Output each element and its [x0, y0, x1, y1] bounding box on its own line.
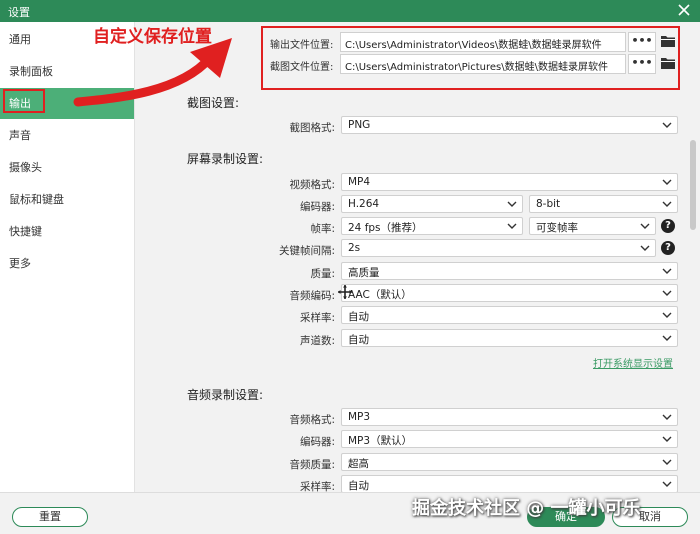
screen-section-title: 屏幕录制设置:: [187, 152, 264, 166]
audio-codec-label: 音频编码:: [289, 290, 335, 302]
framerate-mode-select[interactable]: 可变帧率: [529, 217, 656, 235]
open-display-settings-link[interactable]: 打开系统显示设置: [593, 355, 673, 370]
chevron-down-icon: [662, 179, 672, 185]
output-folder-icon[interactable]: [660, 34, 676, 48]
sidebar-item-more[interactable]: 更多: [0, 248, 134, 279]
chevron-down-icon: [662, 312, 672, 318]
screenshot-path-field[interactable]: C:\Users\Administrator\Pictures\数据蛙\数据蛙录…: [340, 54, 626, 74]
chevron-down-icon: [662, 122, 672, 128]
chevron-down-icon: [507, 201, 517, 207]
audio-quality-label: 音频质量:: [289, 459, 335, 471]
chevron-down-icon: [640, 223, 650, 229]
audio-format-label: 音频格式:: [289, 414, 335, 426]
sidebar-item-mouse-keyboard[interactable]: 鼠标和键盘: [0, 184, 134, 215]
chevron-down-icon: [662, 335, 672, 341]
audio-codec-select[interactable]: AAC（默认）: [341, 284, 678, 302]
framerate-label: 帧率:: [310, 223, 335, 235]
close-icon[interactable]: [676, 2, 692, 18]
output-path-browse-button[interactable]: •••: [628, 32, 656, 52]
output-highlight-box: [3, 89, 45, 113]
chevron-down-icon: [662, 414, 672, 420]
chevron-down-icon: [507, 223, 517, 229]
quality-select[interactable]: 高质量: [341, 262, 678, 280]
chevron-down-icon: [662, 459, 672, 465]
screenshot-path-browse-button[interactable]: •••: [628, 54, 656, 74]
chevron-down-icon: [662, 481, 672, 487]
channels-label: 声道数:: [299, 335, 335, 347]
video-format-select[interactable]: MP4: [341, 173, 678, 191]
screenshot-folder-icon[interactable]: [660, 56, 676, 70]
screenshot-path-row: 截图文件位置: C:\Users\Administrator\Pictures\…: [267, 54, 677, 74]
annotation-arrow-icon: [73, 38, 232, 107]
screenshot-format-select[interactable]: PNG: [341, 116, 678, 134]
output-path-field[interactable]: C:\Users\Administrator\Videos\数据蛙\数据蛙录屏软…: [340, 32, 626, 52]
audio-encoder-label: 编码器:: [299, 436, 335, 448]
save-location-highlight: 输出文件位置: C:\Users\Administrator\Videos\数据…: [261, 26, 680, 90]
reset-button[interactable]: 重置: [12, 507, 88, 527]
watermark: 掘金技术社区 @ 一罐小可乐: [412, 498, 641, 519]
window-title: 设置: [8, 6, 30, 19]
audio-encoder-select[interactable]: MP3（默认）: [341, 430, 678, 448]
sidebar-item-camera[interactable]: 摄像头: [0, 152, 134, 183]
quality-label: 质量:: [310, 268, 335, 280]
samplerate-select[interactable]: 自动: [341, 306, 678, 324]
channels-select[interactable]: 自动: [341, 329, 678, 347]
chevron-down-icon: [662, 290, 672, 296]
chevron-down-icon: [662, 268, 672, 274]
audio-format-select[interactable]: MP3: [341, 408, 678, 426]
sidebar-item-hotkeys[interactable]: 快捷键: [0, 216, 134, 247]
move-cursor-icon: [338, 285, 352, 299]
samplerate-label: 采样率:: [299, 312, 335, 324]
keyframe-label: 关键帧间隔:: [278, 245, 335, 257]
keyframe-help-icon[interactable]: ?: [661, 241, 675, 255]
chevron-down-icon: [640, 245, 650, 251]
screenshot-path-label: 截图文件位置:: [270, 62, 334, 73]
bitdepth-select[interactable]: 8-bit: [529, 195, 678, 213]
encoder-select[interactable]: H.264: [341, 195, 523, 213]
title-bar: 设置: [0, 0, 700, 22]
audio-quality-select[interactable]: 超高: [341, 453, 678, 471]
scrollbar-thumb[interactable]: [690, 140, 696, 230]
audio-samplerate-select[interactable]: 自动: [341, 475, 678, 493]
output-path-row: 输出文件位置: C:\Users\Administrator\Videos\数据…: [267, 32, 677, 52]
chevron-down-icon: [662, 201, 672, 207]
framerate-select[interactable]: 24 fps（推荐）: [341, 217, 523, 235]
framerate-help-icon[interactable]: ?: [661, 219, 675, 233]
chevron-down-icon: [662, 436, 672, 442]
audio-section-title: 音频录制设置:: [187, 388, 264, 402]
output-path-label: 输出文件位置:: [270, 40, 334, 51]
video-format-label: 视频格式:: [289, 179, 335, 191]
keyframe-select[interactable]: 2s: [341, 239, 656, 257]
encoder-label: 编码器:: [299, 201, 335, 213]
